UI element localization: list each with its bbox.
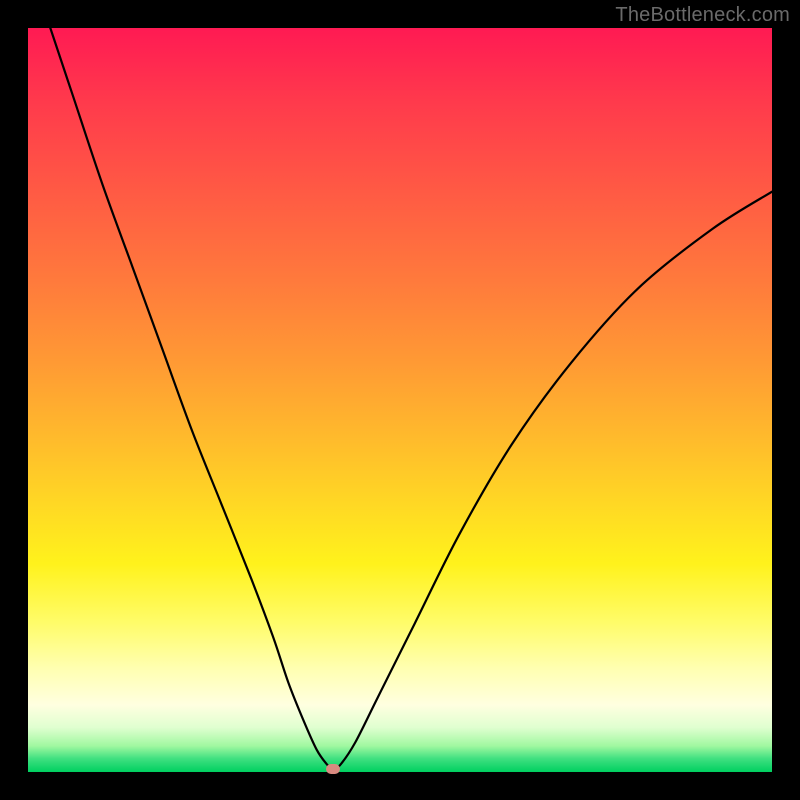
optimum-marker xyxy=(326,764,340,774)
plot-area xyxy=(28,28,772,772)
chart-frame: TheBottleneck.com xyxy=(0,0,800,800)
watermark-text: TheBottleneck.com xyxy=(615,4,790,27)
bottleneck-curve xyxy=(28,28,772,772)
